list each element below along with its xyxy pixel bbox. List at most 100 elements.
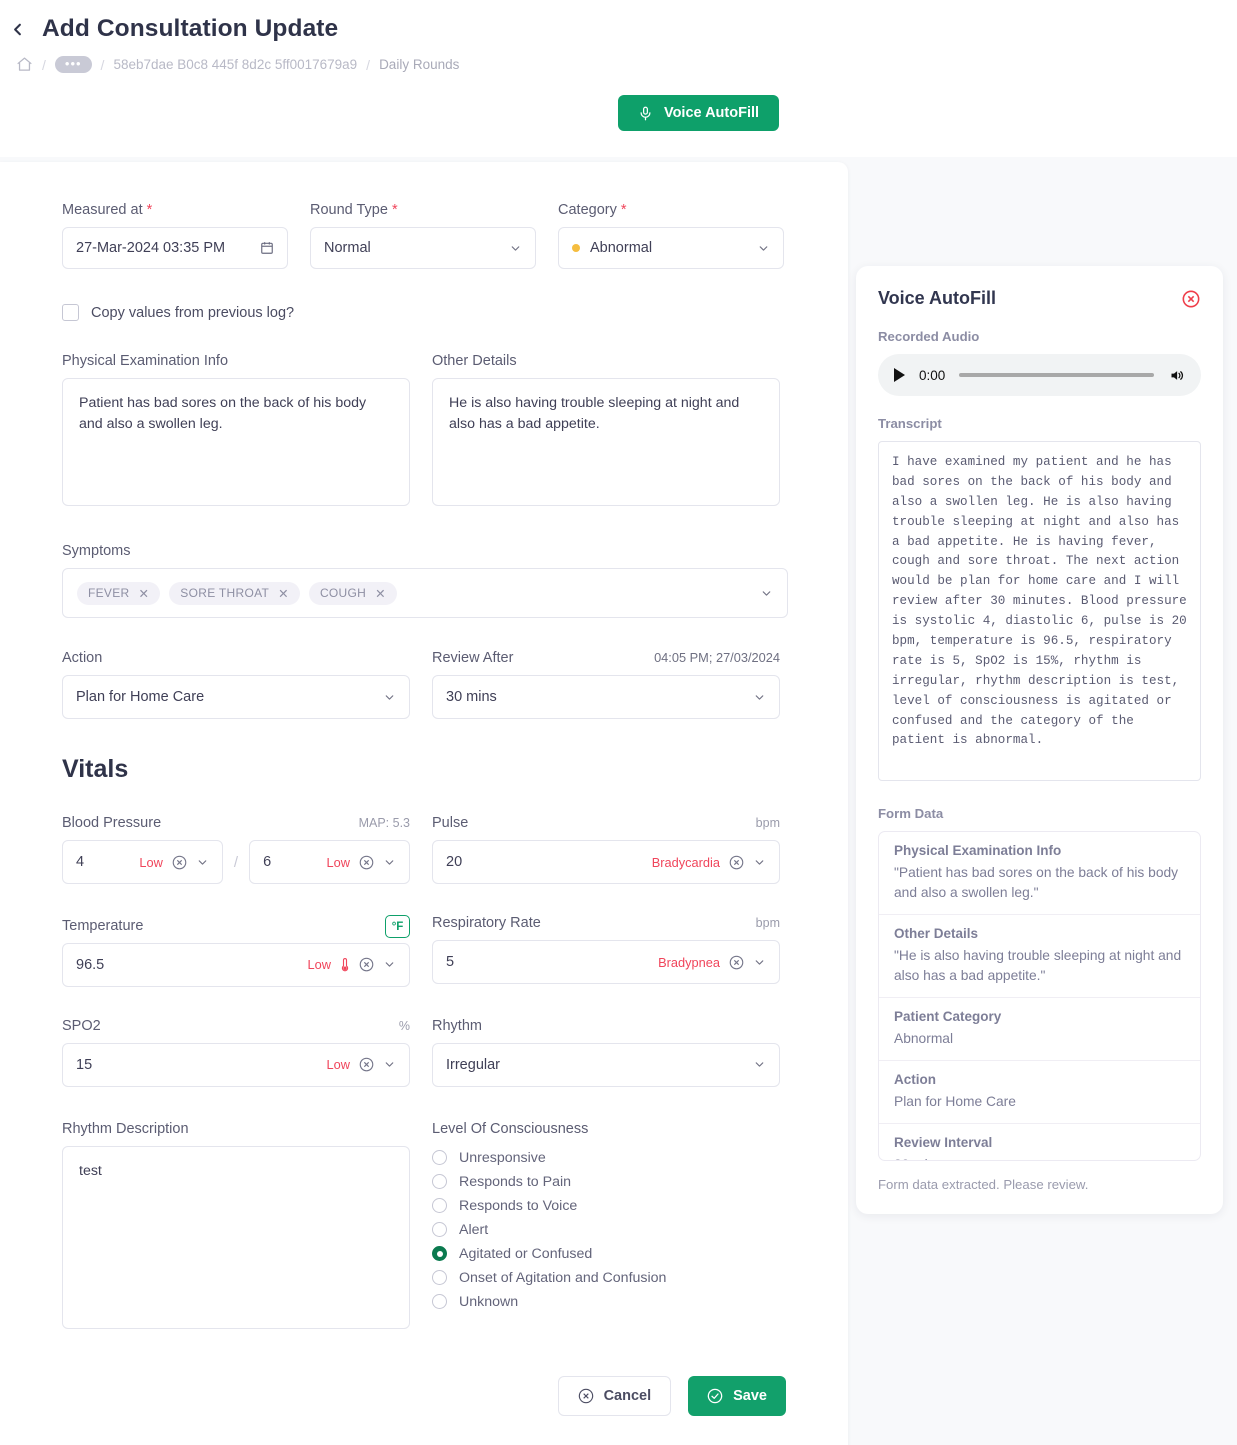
loc-option-unknown[interactable]: Unknown: [432, 1290, 780, 1314]
audio-progress-slider[interactable]: [959, 373, 1154, 377]
loc-option-agitated-or-confused[interactable]: Agitated or Confused: [432, 1242, 780, 1266]
symptom-chip[interactable]: FEVER ✕: [77, 582, 160, 605]
physical-exam-textarea[interactable]: [62, 378, 410, 506]
breadcrumb-item-daily-rounds[interactable]: Daily Rounds: [379, 57, 459, 72]
voice-autofill-label: Voice AutoFill: [664, 105, 759, 121]
form-data-label: Form Data: [878, 806, 1201, 821]
clear-circle-icon[interactable]: [359, 1057, 374, 1072]
pulse-input[interactable]: 20 Bradycardia: [432, 840, 780, 884]
form-data-key: Physical Examination Info: [894, 843, 1185, 858]
respiratory-rate-flag: Bradypnea: [658, 955, 720, 970]
chevron-down-icon[interactable]: [753, 856, 766, 869]
rhythm-description-textarea[interactable]: [62, 1146, 410, 1329]
transcript-textarea[interactable]: [878, 441, 1201, 781]
radio-icon[interactable]: [432, 1198, 447, 1213]
calendar-icon[interactable]: [260, 241, 274, 255]
copy-values-row[interactable]: Copy values from previous log?: [62, 304, 786, 321]
spo2-input[interactable]: 15 Low: [62, 1043, 410, 1087]
symptoms-label: Symptoms: [62, 543, 786, 559]
radio-icon[interactable]: [432, 1174, 447, 1189]
temperature-unit-toggle[interactable]: °F: [385, 915, 410, 938]
voice-autofill-button[interactable]: Voice AutoFill: [618, 95, 779, 131]
category-field: Category * Abnormal: [558, 202, 784, 269]
radio-icon[interactable]: [432, 1270, 447, 1285]
temperature-input[interactable]: 96.5 Low: [62, 943, 410, 987]
clear-circle-icon[interactable]: [359, 957, 374, 972]
breadcrumb-ellipsis[interactable]: •••: [55, 56, 92, 73]
rhythm-value: Irregular: [446, 1057, 744, 1073]
diastolic-input[interactable]: 6 Low: [249, 840, 410, 884]
loc-option-unresponsive[interactable]: Unresponsive: [432, 1146, 780, 1170]
chevron-down-icon[interactable]: [383, 958, 396, 971]
breadcrumb-item-id[interactable]: 58eb7dae B0c8 445f 8d2c 5ff0017679a9: [113, 57, 357, 72]
respiratory-rate-input[interactable]: 5 Bradypnea: [432, 940, 780, 984]
clear-circle-icon[interactable]: [729, 955, 744, 970]
home-icon[interactable]: [16, 56, 33, 73]
pulse-field: Pulse bpm 20 Bradycardia: [432, 815, 780, 884]
chevron-down-icon: [383, 691, 396, 704]
level-of-consciousness-label: Level Of Consciousness: [432, 1121, 780, 1137]
chevron-down-icon[interactable]: [383, 856, 396, 869]
breadcrumb-separator-3: /: [366, 57, 370, 73]
consultation-form-card: Measured at * 27-Mar-2024 03:35 PM Round…: [0, 162, 848, 1445]
symptom-chip[interactable]: SORE THROAT ✕: [169, 582, 300, 605]
clear-circle-icon[interactable]: [359, 855, 374, 870]
audio-player[interactable]: 0:00: [878, 354, 1201, 396]
review-after-select[interactable]: 30 mins: [432, 675, 780, 719]
chevron-down-icon[interactable]: [383, 1058, 396, 1071]
temperature-flag: Low: [308, 957, 331, 972]
loc-option-alert[interactable]: Alert: [432, 1218, 780, 1242]
action-head: Action: [62, 650, 410, 675]
systolic-input[interactable]: 4 Low: [62, 840, 223, 884]
spo2-flag: Low: [327, 1057, 350, 1072]
pulse-label: Pulse: [432, 815, 468, 831]
round-type-select[interactable]: Normal: [310, 227, 536, 269]
chevron-down-icon[interactable]: [753, 956, 766, 969]
other-details-textarea[interactable]: [432, 378, 780, 506]
rhythm-select[interactable]: Irregular: [432, 1043, 780, 1087]
other-details-field: Other Details: [432, 353, 780, 511]
list-item: Physical Examination Info "Patient has b…: [879, 832, 1200, 915]
chevron-down-icon[interactable]: [760, 587, 773, 600]
symptom-remove-icon[interactable]: ✕: [278, 586, 289, 601]
radio-icon[interactable]: [432, 1294, 447, 1309]
chevron-down-icon: [757, 242, 770, 255]
consultation-update-page: Add Consultation Update / ••• / 58eb7dae…: [0, 0, 1237, 1445]
copy-values-checkbox[interactable]: [62, 304, 79, 321]
back-button[interactable]: [6, 14, 28, 44]
blood-pressure-field: Blood Pressure MAP: 5.3 4 Low / 6 Low: [62, 815, 410, 884]
panel-title: Voice AutoFill: [878, 288, 996, 309]
play-icon[interactable]: [894, 368, 905, 382]
chevron-down-icon[interactable]: [196, 856, 209, 869]
clear-circle-icon[interactable]: [172, 855, 187, 870]
symptom-remove-icon[interactable]: ✕: [139, 586, 150, 601]
volume-icon[interactable]: [1168, 368, 1185, 383]
temperature-value: 96.5: [76, 957, 299, 973]
form-data-note: Form data extracted. Please review.: [878, 1177, 1201, 1192]
loc-option-responds-to-voice[interactable]: Responds to Voice: [432, 1194, 780, 1218]
measured-at-input[interactable]: 27-Mar-2024 03:35 PM: [62, 227, 288, 269]
close-circle-icon[interactable]: [1181, 289, 1201, 309]
symptom-chip[interactable]: COUGH ✕: [309, 582, 397, 605]
radio-icon-selected[interactable]: [432, 1246, 447, 1261]
loc-option-onset-of-agitation[interactable]: Onset of Agitation and Confusion: [432, 1266, 780, 1290]
clear-circle-icon[interactable]: [729, 855, 744, 870]
page-title: Add Consultation Update: [42, 15, 338, 43]
action-select[interactable]: Plan for Home Care: [62, 675, 410, 719]
radio-icon[interactable]: [432, 1222, 447, 1237]
microphone-icon: [638, 105, 653, 122]
diastolic-value: 6: [263, 854, 317, 870]
symptom-remove-icon[interactable]: ✕: [375, 586, 386, 601]
rr-head: Respiratory Rate bpm: [432, 915, 780, 940]
list-item: Other Details "He is also having trouble…: [879, 915, 1200, 998]
save-button[interactable]: Save: [688, 1376, 786, 1416]
cancel-button[interactable]: Cancel: [558, 1376, 672, 1416]
symptoms-multiselect[interactable]: FEVER ✕ SORE THROAT ✕ COUGH ✕: [62, 568, 788, 618]
radio-icon[interactable]: [432, 1150, 447, 1165]
action-label: Action: [62, 650, 102, 666]
form-data-list[interactable]: Physical Examination Info "Patient has b…: [878, 831, 1201, 1161]
loc-option-responds-to-pain[interactable]: Responds to Pain: [432, 1170, 780, 1194]
loc-option-label: Alert: [459, 1222, 488, 1238]
review-after-value: 30 mins: [446, 689, 753, 705]
category-select[interactable]: Abnormal: [558, 227, 784, 269]
